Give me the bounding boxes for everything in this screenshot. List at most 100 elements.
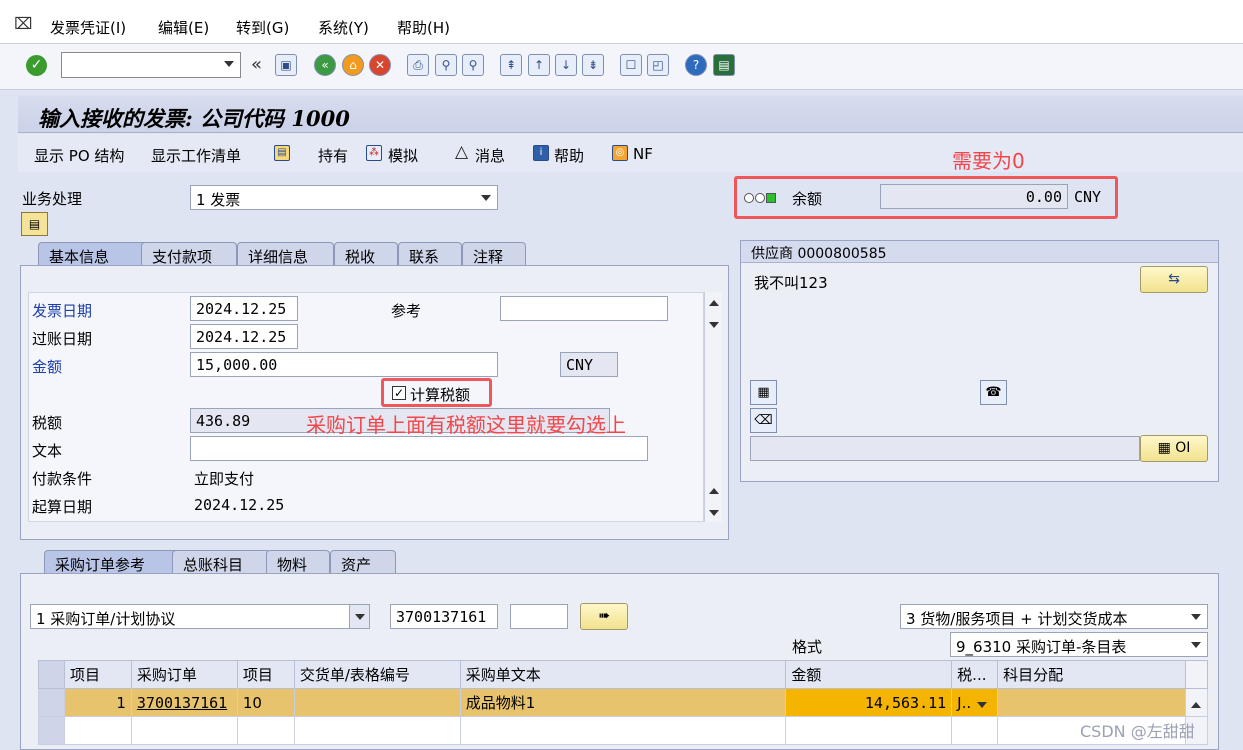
dropdown-arrow-icon bbox=[481, 195, 491, 201]
transaction-select[interactable]: 1 发票 bbox=[190, 185, 498, 210]
document-icon[interactable]: ▤ bbox=[21, 212, 48, 236]
menu-help[interactable]: 帮助(H) bbox=[397, 17, 450, 38]
next-page-icon[interactable]: ↓ bbox=[555, 54, 577, 76]
column-header[interactable]: 采购订单 bbox=[130, 660, 238, 689]
address-icon[interactable]: ▦ bbox=[750, 380, 777, 405]
transaction-label: 业务处理 bbox=[22, 190, 83, 208]
payment-terms-label: 付款条件 bbox=[32, 470, 93, 488]
simulate-button[interactable]: 模拟 bbox=[388, 145, 418, 166]
table-row[interactable] bbox=[38, 716, 1209, 745]
shortcut-icon[interactable]: ◰ bbox=[647, 54, 669, 76]
find-next-icon[interactable]: ⚲ bbox=[462, 54, 484, 76]
amount-field[interactable]: 15,000.00 bbox=[190, 352, 498, 377]
posting-date-field[interactable]: 2024.12.25 bbox=[190, 324, 298, 349]
tab-material[interactable]: 物料 bbox=[266, 550, 330, 575]
invoice-date-field[interactable]: 2024.12.25 bbox=[190, 296, 298, 321]
amount-cell[interactable]: 14,563.11 bbox=[785, 688, 953, 717]
column-header[interactable]: 金额 bbox=[785, 660, 953, 689]
vendor-search-field[interactable] bbox=[750, 436, 1140, 461]
tab-notes[interactable]: 注释 bbox=[462, 242, 526, 267]
scroll-up-icon[interactable] bbox=[709, 300, 719, 306]
column-header[interactable]: 采购单文本 bbox=[459, 660, 787, 689]
command-history-icon[interactable]: « bbox=[251, 54, 262, 75]
row-selector[interactable] bbox=[38, 716, 65, 745]
table-settings-cell[interactable] bbox=[1184, 660, 1209, 689]
menu-system[interactable]: 系统(Y) bbox=[318, 17, 369, 38]
tab-gl-account[interactable]: 总账科目 bbox=[172, 550, 270, 575]
tab-payment[interactable]: 支付款项 bbox=[141, 242, 237, 267]
column-header[interactable]: 税... bbox=[951, 660, 999, 689]
text-field[interactable] bbox=[190, 436, 648, 461]
basic-info-area bbox=[28, 292, 704, 522]
cancel-icon[interactable]: ✕ bbox=[369, 54, 391, 76]
table-row[interactable]: 1 3700137161 10 成品物料1 14,563.11 J.. bbox=[38, 688, 1209, 717]
show-po-structure-button[interactable]: 显示 PO 结构 bbox=[34, 145, 124, 166]
command-dropdown-icon[interactable] bbox=[224, 61, 234, 67]
scroll-up-icon[interactable] bbox=[709, 488, 719, 494]
tab-asset[interactable]: 资产 bbox=[330, 550, 396, 575]
po-item-field[interactable] bbox=[510, 604, 568, 629]
find-icon[interactable]: ⚲ bbox=[435, 54, 457, 76]
menu-invoice-doc[interactable]: 发票凭证(I) bbox=[50, 17, 126, 38]
vendor-detail-button[interactable]: ⇆ bbox=[1140, 266, 1208, 293]
select-all-cell[interactable] bbox=[38, 660, 65, 689]
open-items-button[interactable]: ▦ OI bbox=[1140, 435, 1208, 462]
show-worklist-button[interactable]: 显示工作清单 bbox=[151, 145, 241, 166]
po-link[interactable]: 3700137161 bbox=[130, 688, 238, 717]
help-icon[interactable]: ? bbox=[685, 54, 707, 76]
annotation-box-balance bbox=[734, 176, 1118, 219]
tax-code-cell[interactable]: J.. bbox=[951, 688, 999, 717]
basic-info-scrollbar[interactable] bbox=[704, 292, 722, 522]
annotation-balance-text: 需要为0 bbox=[952, 149, 1025, 173]
scroll-down-icon[interactable] bbox=[709, 322, 719, 328]
previous-page-icon[interactable]: ↑ bbox=[528, 54, 550, 76]
tab-tax[interactable]: 税收 bbox=[334, 242, 398, 267]
nf-button[interactable]: NF bbox=[633, 145, 653, 163]
enter-check-icon[interactable]: ✓ bbox=[26, 55, 47, 76]
messages-button[interactable]: 消息 bbox=[475, 145, 505, 166]
column-header[interactable]: 交货单/表格编号 bbox=[293, 660, 461, 689]
print-icon[interactable]: ⎙ bbox=[407, 54, 429, 76]
first-page-icon[interactable]: ⇞ bbox=[500, 54, 522, 76]
row-selector[interactable] bbox=[38, 688, 65, 717]
tab-contact[interactable]: 联系 bbox=[398, 242, 462, 267]
simulate-icon[interactable]: ⁂ bbox=[366, 143, 385, 161]
po-type-value: 1 采购订单/计划协议 bbox=[36, 610, 176, 628]
tab-basic-info[interactable]: 基本信息 bbox=[38, 242, 155, 267]
phone-icon[interactable]: ☎ bbox=[980, 380, 1007, 405]
clipboard-icon[interactable]: ▤ bbox=[274, 143, 293, 161]
info-icon: i bbox=[533, 143, 552, 161]
format-select[interactable]: 9_6310 采购订单-条目表 bbox=[950, 632, 1208, 657]
last-page-icon[interactable]: ⇟ bbox=[582, 54, 604, 76]
column-header[interactable]: 项目 bbox=[63, 660, 132, 689]
reference-field[interactable] bbox=[500, 296, 668, 321]
transfer-button[interactable]: ➠ bbox=[580, 603, 628, 630]
baseline-date-label: 起算日期 bbox=[32, 498, 93, 516]
column-header[interactable]: 科目分配 bbox=[997, 660, 1186, 689]
hold-button[interactable]: 持有 bbox=[318, 145, 348, 166]
po-type-dropdown-button[interactable] bbox=[349, 605, 369, 628]
layout-icon[interactable]: ▤ bbox=[713, 54, 735, 76]
tab-po-reference[interactable]: 采购订单参考 bbox=[44, 550, 184, 575]
po-number-field[interactable]: 3700137161 bbox=[390, 604, 498, 629]
menu-goto[interactable]: 转到(G) bbox=[236, 17, 289, 38]
tax-code-value: J.. bbox=[957, 693, 972, 712]
new-session-icon[interactable]: ☐ bbox=[620, 54, 642, 76]
layout-select[interactable]: 3 货物/服务项目 + 计划交货成本 bbox=[900, 604, 1208, 629]
command-field[interactable] bbox=[61, 52, 241, 78]
back-icon[interactable]: « bbox=[314, 54, 336, 76]
menu-edit[interactable]: 编辑(E) bbox=[158, 17, 209, 38]
invoice-date-label: 发票日期 bbox=[32, 302, 93, 320]
column-header[interactable]: 项目 bbox=[236, 660, 295, 689]
exit-icon[interactable]: ⌂ bbox=[342, 54, 364, 76]
po-type-select[interactable]: 1 采购订单/计划协议 bbox=[30, 604, 370, 629]
scroll-up-icon[interactable] bbox=[1184, 688, 1209, 717]
sap-menu-icon[interactable]: ⌧ bbox=[14, 14, 32, 33]
watermark: CSDN @左甜甜 bbox=[1080, 722, 1195, 741]
scroll-down-icon[interactable] bbox=[709, 510, 719, 516]
po-items-table: 项目 采购订单 项目 交货单/表格编号 采购单文本 金额 税... 科目分配 1… bbox=[38, 660, 1209, 745]
help-button[interactable]: 帮助 bbox=[554, 145, 584, 166]
save-icon[interactable]: ▣ bbox=[275, 54, 297, 76]
delete-icon[interactable]: ⌫ bbox=[750, 408, 777, 433]
tab-details[interactable]: 详细信息 bbox=[237, 242, 334, 267]
